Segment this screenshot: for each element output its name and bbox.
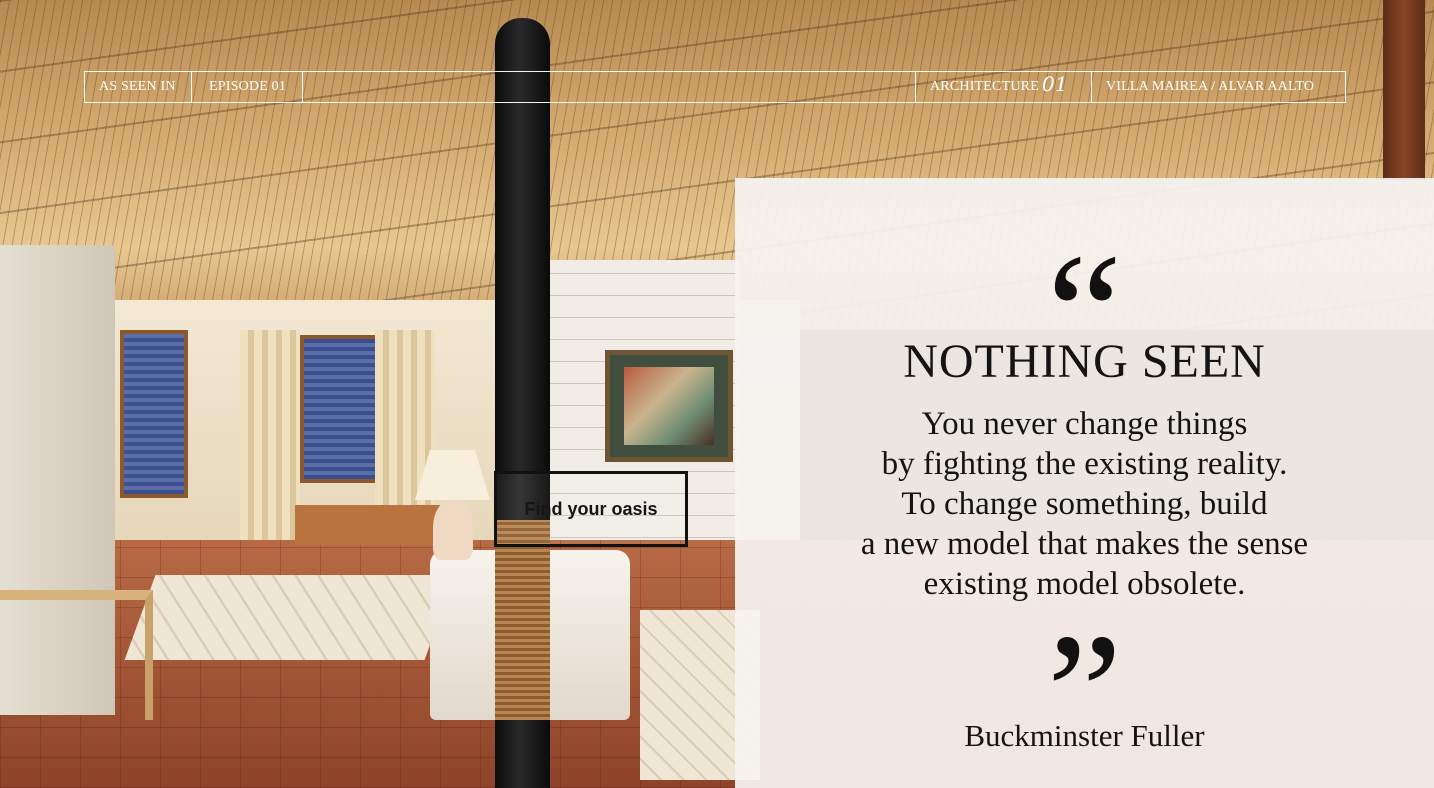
wall-painting (605, 350, 733, 462)
tea-trolley (0, 590, 153, 720)
sideboard (295, 505, 445, 545)
window-center (300, 335, 383, 483)
nav-category-label: ARCHITECTURE (930, 79, 1039, 94)
lamp-base (433, 500, 473, 560)
far-pillar (1383, 0, 1425, 180)
nav-spacer (303, 72, 916, 102)
nav-category-number: 01 (1041, 72, 1068, 96)
quote-line: a new model that makes the sense (860, 526, 1309, 562)
rug (124, 575, 456, 660)
top-nav-bar: AS SEEN IN EPISODE 01 ARCHITECTURE 01 VI… (84, 71, 1346, 103)
quote-author: Buckminster Fuller (964, 718, 1205, 753)
nav-as-seen-in[interactable]: AS SEEN IN (85, 72, 192, 102)
quote-line: existing model obsolete. (923, 566, 1246, 602)
rattan-pillar-wrap (495, 520, 550, 720)
nav-project[interactable]: VILLA MAIREA / ALVAR AALTO (1092, 72, 1345, 102)
window-left (120, 330, 188, 498)
nav-episode[interactable]: EPISODE 01 (192, 72, 303, 102)
quote-line: You never change things (921, 406, 1248, 442)
quote-line: by fighting the existing reality. (881, 446, 1288, 482)
curtain (240, 330, 300, 550)
quote-heading: NOTHING SEEN (903, 335, 1266, 388)
quote-panel: “ NOTHING SEEN You never change things b… (735, 178, 1434, 788)
quote-text: You never change things by fighting the … (735, 404, 1434, 604)
find-your-oasis-button[interactable]: Find your oasis (494, 471, 688, 547)
quote-line: To change something, build (901, 486, 1268, 522)
nav-category[interactable]: ARCHITECTURE 01 (916, 72, 1092, 102)
